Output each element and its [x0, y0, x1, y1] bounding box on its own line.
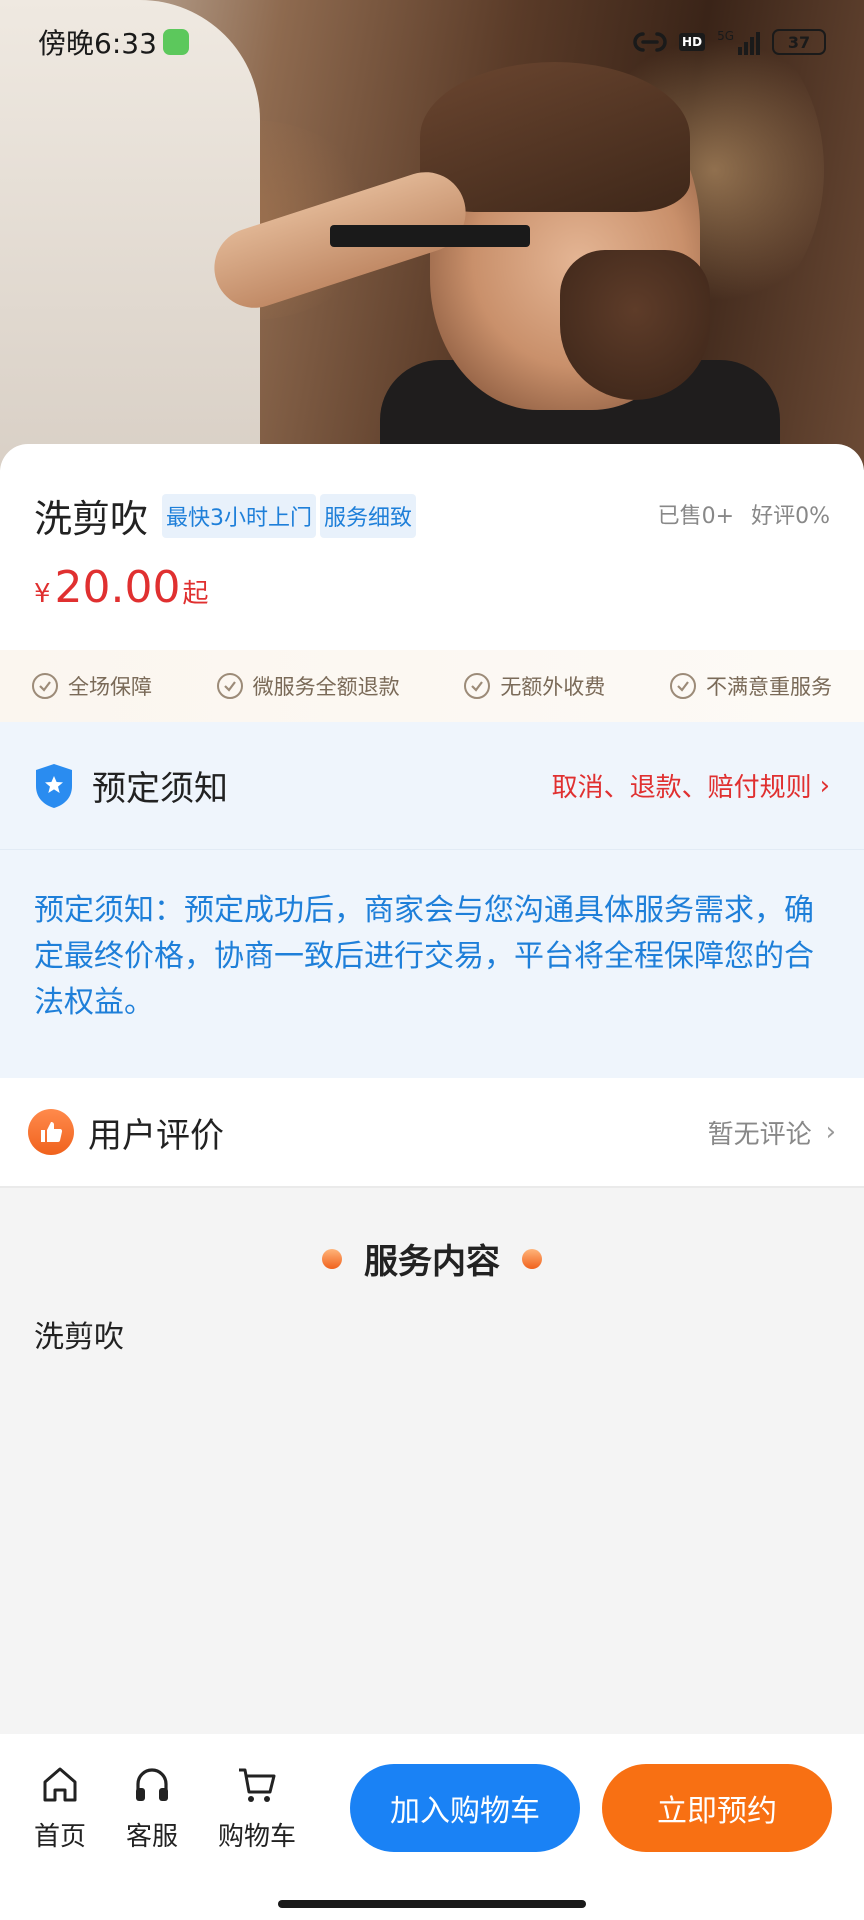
product-price: ¥ 20.00 起 — [34, 562, 209, 613]
nav-home-label: 首页 — [34, 1822, 87, 1852]
headset-icon — [136, 1768, 168, 1801]
add-to-cart-button[interactable]: 加入购物车 — [350, 1764, 580, 1852]
chevron-right-icon: › — [825, 1117, 836, 1147]
guarantee-item: 微服务全额退款 — [216, 671, 400, 701]
review-status: 暂无评论 › — [708, 1114, 836, 1151]
price-suffix: 起 — [182, 579, 209, 609]
user-review-row[interactable]: 用户评价 暂无评论 › — [0, 1078, 864, 1188]
guarantee-item: 不满意重服务 — [669, 671, 832, 701]
title-row: 洗剪吹 最快3小时上门 服务细致 — [34, 488, 417, 543]
product-stats: 已售0+ 好评0% — [658, 498, 830, 530]
hd-icon: HD — [679, 33, 706, 51]
nav-cart-label: 购物车 — [218, 1822, 297, 1852]
sold-count: 已售0+ — [657, 504, 735, 529]
guarantee-label: 全场保障 — [68, 675, 152, 699]
thumbs-up-icon — [28, 1109, 74, 1155]
refund-rules-link[interactable]: 取消、退款、赔付规则 › — [552, 767, 830, 804]
guarantee-label: 微服务全额退款 — [252, 675, 400, 699]
chevron-right-icon: › — [819, 770, 830, 801]
product-tag: 最快3小时上门 — [162, 493, 317, 538]
notice-body: 预定须知：预定成功后，商家会与您沟通具体服务需求，确定最终价格，协商一致后进行交… — [34, 893, 814, 1020]
service-content-text: 洗剪吹 — [34, 1320, 124, 1355]
check-icon — [464, 673, 491, 699]
app-icon — [162, 29, 189, 55]
rating: 好评0% — [751, 504, 830, 529]
guarantee-strip: 全场保障 微服务全额退款 无额外收费 不满意重服务 — [0, 650, 864, 722]
nav-customer-service[interactable]: 客服 — [126, 1764, 178, 1853]
service-content-section: 服务内容 洗剪吹 — [0, 1188, 864, 1734]
shield-icon — [36, 763, 72, 808]
signal-icon: 5G — [717, 29, 760, 55]
check-icon — [669, 673, 696, 699]
battery-icon: 37 — [772, 29, 826, 55]
product-tag: 服务细致 — [320, 493, 417, 538]
decor-dot — [322, 1248, 342, 1269]
product-info-card: 洗剪吹 最快3小时上门 服务细致 已售0+ 好评0% ¥ 20.00 起 — [0, 444, 864, 650]
nav-service-label: 客服 — [126, 1822, 179, 1852]
guarantee-label: 无额外收费 — [500, 675, 606, 699]
booking-notice-section: 预定须知 取消、退款、赔付规则 › 预定须知：预定成功后，商家会与您沟通具体服务… — [0, 722, 864, 1078]
review-title: 用户评价 — [88, 1115, 224, 1156]
status-time: 傍晚6:33 — [38, 27, 157, 60]
review-empty-text: 暂无评论 — [707, 1119, 812, 1150]
guarantee-item: 无额外收费 — [464, 671, 605, 701]
home-indicator[interactable] — [278, 1900, 586, 1908]
notice-title: 预定须知 — [92, 769, 228, 809]
check-icon — [216, 673, 243, 699]
service-content-title: 服务内容 — [364, 1242, 500, 1282]
price-value: 20.00 — [54, 562, 181, 613]
book-now-button[interactable]: 立即预约 — [602, 1764, 832, 1852]
bottom-action-bar: 首页 客服 购物车 加入购物车 立即预约 — [0, 1734, 864, 1920]
decor-dot — [522, 1248, 542, 1269]
guarantee-item: 全场保障 — [32, 671, 152, 701]
home-icon — [43, 1767, 77, 1802]
check-icon — [32, 673, 58, 699]
link-icon — [633, 32, 667, 52]
nav-home[interactable]: 首页 — [34, 1764, 86, 1853]
status-bar: 傍晚6:33 HD 5G 37 — [0, 0, 864, 84]
product-title: 洗剪吹 — [34, 497, 149, 541]
notice-header: 预定须知 取消、退款、赔付规则 › — [0, 722, 864, 850]
status-icons: HD 5G 37 — [633, 29, 826, 55]
cart-icon — [239, 1768, 276, 1802]
price-currency: ¥ — [34, 579, 51, 609]
refund-rules-label: 取消、退款、赔付规则 — [551, 773, 812, 803]
service-content-header: 服务内容 — [0, 1234, 864, 1283]
nav-cart[interactable]: 购物车 — [218, 1764, 296, 1853]
guarantee-label: 不满意重服务 — [705, 675, 832, 699]
